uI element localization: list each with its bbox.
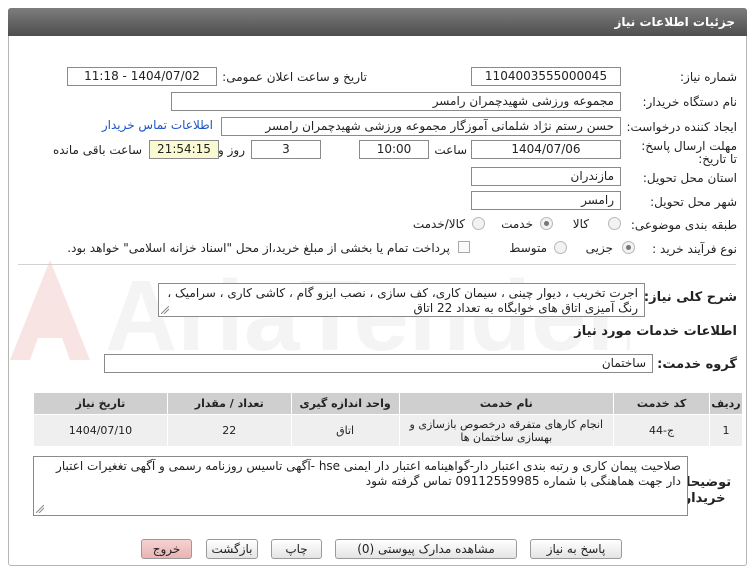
- category-goods-service-radio[interactable]: [472, 217, 485, 230]
- buyer-org-field: مجموعه ورزشی شهیدچمران رامسر: [171, 92, 621, 111]
- process-medium-radio[interactable]: [554, 241, 567, 254]
- treasury-payment-checkbox[interactable]: [458, 241, 470, 253]
- view-attachments-button[interactable]: مشاهده مدارک پیوستی (0): [335, 539, 517, 559]
- process-minor-radio[interactable]: [622, 241, 635, 254]
- buyer-notes-textarea[interactable]: صلاحیت پیمان کاری و رتبه بندی اعتبار دار…: [33, 456, 688, 516]
- announce-field: 1404/07/02 - 11:18: [67, 67, 217, 86]
- cell-code: ج-44: [613, 414, 711, 447]
- category-goods-label: کالا: [572, 217, 589, 231]
- contact-info-link[interactable]: اطلاعات تماس خریدار: [102, 118, 213, 132]
- page-title: جزئیات اطلاعات نیاز: [614, 15, 735, 29]
- buyer-org-label: نام دستگاه خریدار:: [642, 95, 738, 109]
- print-button[interactable]: چاپ: [271, 539, 322, 559]
- services-table: ردیف کد خدمت نام خدمت واحد اندازه گیری ت…: [33, 392, 743, 447]
- cell-date: 1404/07/10: [33, 414, 168, 447]
- need-number-field: 1104003555000045: [471, 67, 621, 86]
- days-field: 3: [251, 140, 321, 159]
- table-row: 1 ج-44 انجام کارهای متفرقه درخصوص بازساز…: [33, 414, 743, 447]
- category-goods-service-label: کالا/خدمت: [412, 217, 465, 231]
- table-header-row: ردیف کد خدمت نام خدمت واحد اندازه گیری ت…: [33, 392, 743, 415]
- panel-header: جزئیات اطلاعات نیاز: [8, 8, 747, 36]
- exit-button[interactable]: خروج: [141, 539, 192, 559]
- reply-button[interactable]: پاسخ به نیاز: [530, 539, 622, 559]
- col-name: نام خدمت: [398, 392, 615, 415]
- deadline-label: مهلت ارسال پاسخ: تا تاریخ:: [641, 139, 737, 166]
- col-row: ردیف: [709, 392, 743, 415]
- city-field: رامسر: [471, 191, 621, 210]
- col-qty: تعداد / مقدار: [166, 392, 292, 415]
- cell-name: انجام کارهای متفرقه درخصوص بازسازی و بهس…: [398, 414, 615, 447]
- description-textarea[interactable]: اجرت تخریب ، دیوار چینی ، سیمان کاری، کف…: [158, 283, 645, 317]
- requester-field: حسن رستم نژاد شلمانی آموزگار مجموعه ورزش…: [221, 117, 621, 136]
- remaining-label: ساعت باقی مانده: [52, 143, 142, 157]
- process-minor-label: جزیی: [585, 241, 613, 255]
- cell-row: 1: [709, 414, 743, 447]
- province-label: استان محل تحویل:: [642, 171, 737, 185]
- description-text: اجرت تخریب ، دیوار چینی ، سیمان کاری، کف…: [167, 286, 638, 315]
- province-field: مازندران: [471, 167, 621, 186]
- category-label: طبقه بندی موضوعی:: [630, 218, 737, 232]
- time-label: ساعت: [434, 143, 467, 157]
- process-label: نوع فرآیند خرید :: [652, 242, 737, 256]
- back-button[interactable]: بازگشت: [206, 539, 258, 559]
- deadline-date-field: 1404/07/06: [471, 140, 621, 159]
- payment-note: پرداخت تمام یا بخشی از مبلغ خرید،از محل …: [67, 241, 450, 255]
- cell-qty: 22: [166, 414, 292, 447]
- resize-handle-icon: [36, 505, 44, 513]
- city-label: شهر محل تحویل:: [650, 195, 737, 209]
- description-label: شرح کلی نیاز:: [643, 290, 737, 305]
- service-group-field: ساختمان: [104, 354, 653, 373]
- days-label: روز و: [218, 143, 245, 157]
- deadline-time-field: 10:00: [359, 140, 429, 159]
- category-service-label: خدمت: [501, 217, 533, 231]
- announce-label: تاریخ و ساعت اعلان عمومی:: [222, 70, 367, 84]
- col-date: تاریخ نیاز: [33, 392, 168, 415]
- category-service-radio[interactable]: [540, 217, 553, 230]
- cell-unit: اتاق: [290, 414, 400, 447]
- process-medium-label: متوسط: [509, 241, 547, 255]
- remaining-time-field: 21:54:15: [149, 140, 219, 159]
- category-goods-radio[interactable]: [608, 217, 621, 230]
- divider: [18, 264, 736, 265]
- resize-handle-icon: [161, 306, 169, 314]
- service-group-label: گروه خدمت:: [657, 357, 737, 372]
- services-section-title: اطلاعات خدمات مورد نیاز: [574, 324, 737, 339]
- col-code: کد خدمت: [613, 392, 711, 415]
- col-unit: واحد اندازه گیری: [290, 392, 400, 415]
- need-number-label: شماره نیاز:: [680, 70, 737, 84]
- buyer-notes-text: صلاحیت پیمان کاری و رتبه بندی اعتبار دار…: [56, 459, 681, 488]
- requester-label: ایجاد کننده درخواست:: [626, 120, 737, 134]
